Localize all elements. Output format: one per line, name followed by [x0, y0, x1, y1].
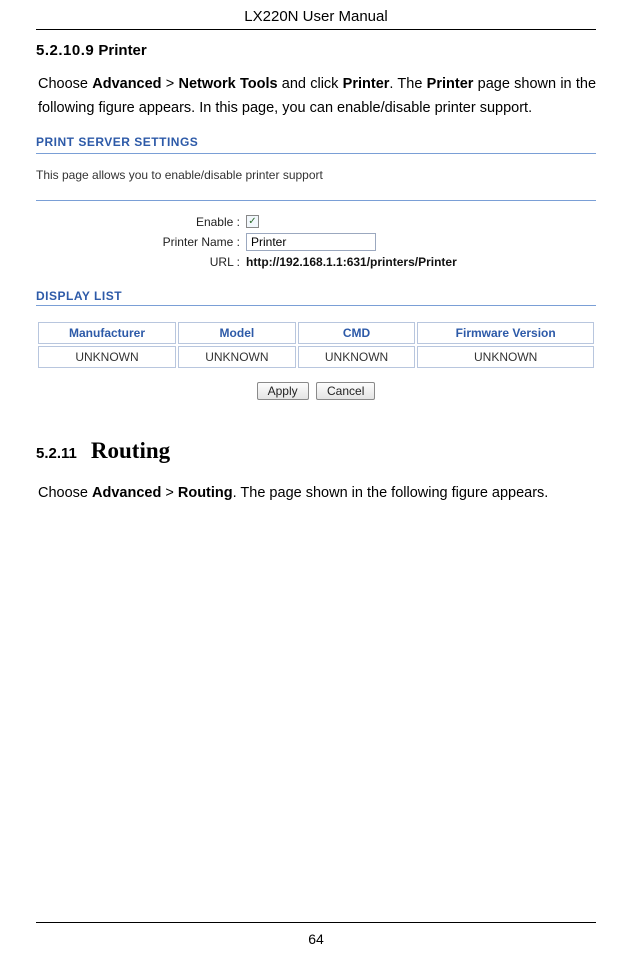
footer-divider	[36, 922, 596, 923]
table-header: Model	[178, 322, 296, 344]
paragraph-text: Choose	[38, 76, 92, 92]
page-number: 64	[0, 931, 632, 947]
table-cell: UNKNOWN	[298, 346, 416, 368]
screenshot-panel: PRINT SERVER SETTINGS This page allows y…	[36, 135, 596, 400]
table-header: CMD	[298, 322, 416, 344]
paragraph-text: and click	[278, 76, 343, 92]
paragraph-text: Choose	[38, 485, 92, 501]
doc-header-title: LX220N User Manual	[36, 8, 596, 30]
paragraph-bold: Advanced	[92, 485, 161, 501]
panel-heading-display-list: DISPLAY LIST	[36, 289, 596, 303]
table-header: Firmware Version	[417, 322, 594, 344]
section-number: 5.2.10.9	[36, 42, 94, 59]
divider	[36, 153, 596, 154]
url-label: URL :	[36, 255, 246, 269]
cancel-button[interactable]: Cancel	[316, 382, 375, 400]
display-table: Manufacturer Model CMD Firmware Version …	[36, 320, 596, 370]
paragraph-bold: Printer	[343, 76, 390, 92]
url-value: http://192.168.1.1:631/printers/Printer	[246, 255, 457, 269]
table-cell: UNKNOWN	[178, 346, 296, 368]
table-cell: UNKNOWN	[417, 346, 594, 368]
enable-checkbox[interactable]: ✓	[246, 215, 259, 228]
section-title: Routing	[91, 438, 170, 464]
divider	[36, 305, 596, 306]
table-header: Manufacturer	[38, 322, 176, 344]
section-paragraph-printer: Choose Advanced > Network Tools and clic…	[36, 73, 596, 121]
paragraph-bold: Network Tools	[179, 76, 278, 92]
printer-name-input[interactable]	[246, 233, 376, 251]
paragraph-text: >	[162, 76, 179, 92]
panel-heading-print-server: PRINT SERVER SETTINGS	[36, 135, 596, 151]
paragraph-text: . The	[389, 76, 426, 92]
table-cell: UNKNOWN	[38, 346, 176, 368]
paragraph-text: >	[161, 485, 178, 501]
divider	[36, 200, 596, 201]
enable-label: Enable :	[36, 215, 246, 229]
paragraph-text: . The page shown in the following figure…	[233, 485, 549, 501]
apply-button[interactable]: Apply	[257, 382, 309, 400]
section-paragraph-routing: Choose Advanced > Routing. The page show…	[36, 482, 596, 506]
paragraph-bold: Advanced	[92, 76, 161, 92]
section-number: 5.2.11	[36, 445, 77, 462]
section-title: Printer	[98, 42, 146, 59]
paragraph-bold: Routing	[178, 485, 233, 501]
section-heading-routing: 5.2.11 Routing	[36, 438, 596, 464]
paragraph-bold: Printer	[427, 76, 474, 92]
printer-name-label: Printer Name :	[36, 235, 246, 249]
panel-description: This page allows you to enable/disable p…	[36, 168, 596, 182]
section-heading-printer: 5.2.10.9 Printer	[36, 42, 596, 59]
